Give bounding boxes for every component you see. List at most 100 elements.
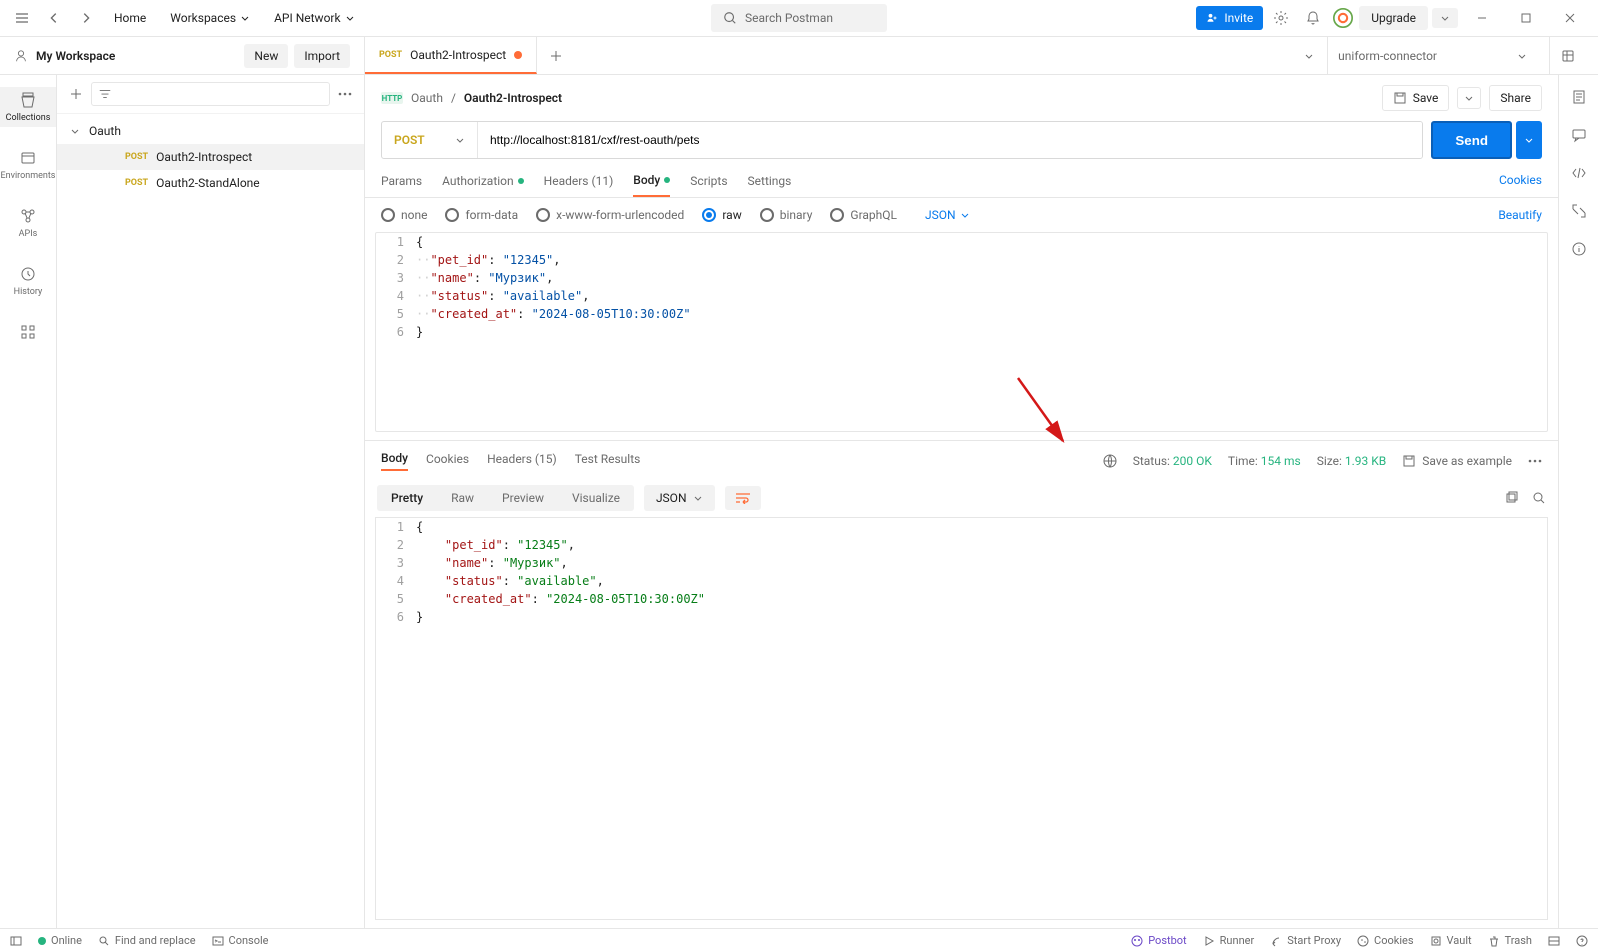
collections-icon bbox=[19, 91, 37, 109]
resp-tab-tests[interactable]: Test Results bbox=[575, 452, 641, 470]
tab-method: POST bbox=[379, 50, 402, 60]
tab-params[interactable]: Params bbox=[381, 173, 422, 197]
send-caret[interactable] bbox=[1516, 121, 1542, 159]
status-layout-icon[interactable] bbox=[1548, 934, 1560, 947]
status-trash[interactable]: Trash bbox=[1488, 934, 1532, 947]
response-more-icon[interactable] bbox=[1528, 459, 1542, 463]
radio-binary[interactable]: binary bbox=[760, 208, 813, 222]
status-proxy[interactable]: Start Proxy bbox=[1270, 934, 1341, 947]
tree-item-introspect[interactable]: POST Oauth2-Introspect bbox=[57, 144, 364, 170]
search-response-icon[interactable] bbox=[1532, 491, 1546, 505]
response-format-select[interactable]: JSON bbox=[644, 485, 715, 511]
tree-label: Oauth2-Introspect bbox=[156, 150, 252, 164]
tree-folder-oauth[interactable]: Oauth bbox=[57, 118, 364, 144]
method-select[interactable]: POST bbox=[382, 122, 478, 158]
add-collection-button[interactable] bbox=[69, 87, 83, 101]
environment-select[interactable]: uniform-connector bbox=[1327, 37, 1537, 74]
rail-collections[interactable]: Collections bbox=[0, 87, 56, 127]
radio-raw[interactable]: raw bbox=[702, 208, 741, 222]
avatar[interactable] bbox=[1331, 6, 1355, 30]
forward-icon[interactable] bbox=[72, 4, 100, 32]
send-button[interactable]: Send bbox=[1431, 121, 1512, 159]
new-button[interactable]: New bbox=[244, 44, 288, 68]
status-runner[interactable]: Runner bbox=[1203, 934, 1255, 947]
view-preview[interactable]: Preview bbox=[488, 485, 558, 511]
view-visualize[interactable]: Visualize bbox=[558, 485, 634, 511]
menu-icon[interactable] bbox=[8, 4, 36, 32]
save-caret[interactable] bbox=[1457, 87, 1481, 109]
tab-settings[interactable]: Settings bbox=[748, 173, 792, 197]
request-tab[interactable]: POST Oauth2-Introspect bbox=[365, 37, 537, 74]
rail-history[interactable]: History bbox=[0, 261, 56, 301]
save-example-button[interactable]: Save as example bbox=[1402, 454, 1512, 468]
sidebar-more-icon[interactable] bbox=[338, 92, 352, 96]
tab-body[interactable]: Body bbox=[633, 173, 670, 197]
status-cookies[interactable]: Cookies bbox=[1357, 934, 1413, 947]
resp-tab-body[interactable]: Body bbox=[381, 451, 408, 471]
maximize-icon[interactable] bbox=[1506, 4, 1546, 32]
url-input[interactable] bbox=[478, 122, 1422, 158]
bell-icon[interactable] bbox=[1299, 4, 1327, 32]
radio-graphql[interactable]: GraphQL bbox=[830, 208, 897, 222]
back-icon[interactable] bbox=[40, 4, 68, 32]
minimize-icon[interactable] bbox=[1462, 4, 1502, 32]
rail-more[interactable] bbox=[0, 319, 56, 345]
tree-method: POST bbox=[125, 178, 148, 188]
info-icon[interactable] bbox=[1571, 241, 1587, 257]
status-postbot[interactable]: Postbot bbox=[1131, 934, 1186, 947]
collapse-sidebar-icon[interactable] bbox=[10, 935, 22, 947]
resp-tab-cookies[interactable]: Cookies bbox=[426, 452, 469, 470]
nav-workspaces[interactable]: Workspaces bbox=[160, 5, 260, 31]
expand-icon[interactable] bbox=[1571, 203, 1587, 219]
tabs-dropdown[interactable] bbox=[1303, 50, 1315, 62]
response-body-editor[interactable]: 1{ 2 "pet_id": "12345", 3 "name": "Мурзи… bbox=[375, 517, 1548, 920]
globe-icon[interactable] bbox=[1103, 454, 1117, 468]
tree-item-standalone[interactable]: POST Oauth2-StandAlone bbox=[57, 170, 364, 196]
request-body-editor[interactable]: 1{ 2··"pet_id": "12345", 3··"name": "Мур… bbox=[375, 232, 1548, 432]
environment-name: uniform-connector bbox=[1338, 49, 1437, 63]
cookies-link[interactable]: Cookies bbox=[1499, 173, 1542, 197]
tabs-row: My Workspace New Import POST Oauth2-Intr… bbox=[0, 37, 1598, 75]
comments-icon[interactable] bbox=[1571, 127, 1587, 143]
add-tab-button[interactable] bbox=[537, 37, 575, 74]
status-console[interactable]: Console bbox=[212, 934, 269, 947]
wrap-lines-button[interactable] bbox=[725, 486, 761, 510]
tab-auth[interactable]: Authorization bbox=[442, 173, 524, 197]
resp-tab-headers[interactable]: Headers (15) bbox=[487, 452, 557, 470]
body-format-select[interactable]: JSON bbox=[925, 208, 970, 222]
rail-apis[interactable]: APIs bbox=[0, 203, 56, 243]
import-button[interactable]: Import bbox=[294, 44, 350, 68]
nav-api-network[interactable]: API Network bbox=[264, 5, 365, 31]
radio-urlencoded[interactable]: x-www-form-urlencoded bbox=[536, 208, 684, 222]
view-pretty[interactable]: Pretty bbox=[377, 485, 437, 511]
breadcrumb-parent[interactable]: Oauth bbox=[411, 91, 443, 105]
status-find[interactable]: Find and replace bbox=[98, 934, 196, 947]
left-rail: Collections Environments APIs History bbox=[0, 75, 57, 928]
search-input[interactable]: Search Postman bbox=[711, 4, 887, 32]
settings-icon[interactable] bbox=[1267, 4, 1295, 32]
upgrade-caret[interactable] bbox=[1432, 8, 1458, 28]
folder-label: Oauth bbox=[89, 124, 121, 138]
rail-environments[interactable]: Environments bbox=[0, 145, 56, 185]
code-icon[interactable] bbox=[1571, 165, 1587, 181]
sidebar-filter[interactable] bbox=[91, 82, 330, 106]
copy-icon[interactable] bbox=[1504, 491, 1518, 505]
close-icon[interactable] bbox=[1550, 4, 1590, 32]
save-button[interactable]: Save bbox=[1382, 85, 1450, 111]
beautify-button[interactable]: Beautify bbox=[1498, 208, 1542, 222]
status-vault[interactable]: Vault bbox=[1430, 934, 1472, 947]
upgrade-button[interactable]: Upgrade bbox=[1359, 6, 1428, 30]
tab-scripts[interactable]: Scripts bbox=[690, 173, 727, 197]
share-button[interactable]: Share bbox=[1489, 85, 1542, 111]
invite-button[interactable]: Invite bbox=[1196, 6, 1263, 30]
search-placeholder: Search Postman bbox=[745, 11, 833, 25]
tab-headers[interactable]: Headers (11) bbox=[544, 173, 614, 197]
docs-icon[interactable] bbox=[1571, 89, 1587, 105]
view-raw[interactable]: Raw bbox=[437, 485, 488, 511]
nav-home[interactable]: Home bbox=[104, 5, 156, 31]
radio-formdata[interactable]: form-data bbox=[445, 208, 518, 222]
environment-preview-icon[interactable] bbox=[1549, 37, 1586, 74]
status-online[interactable]: Online bbox=[38, 934, 82, 947]
radio-none[interactable]: none bbox=[381, 208, 427, 222]
status-help-icon[interactable] bbox=[1576, 934, 1588, 947]
